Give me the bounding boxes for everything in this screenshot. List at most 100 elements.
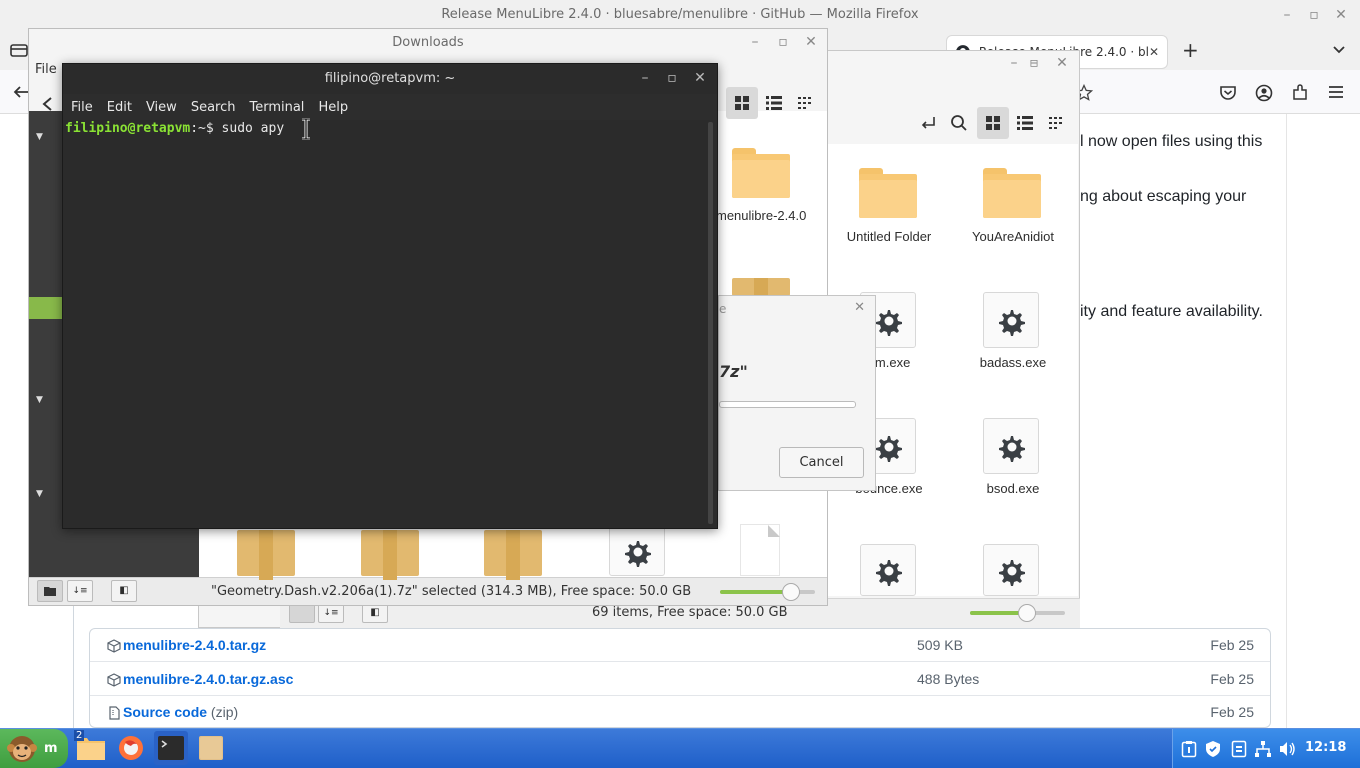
terminal-menu-help[interactable]: Help [318, 100, 348, 115]
downloads-close-button[interactable]: ✕ [802, 33, 820, 51]
archive-icon[interactable] [732, 278, 790, 328]
progress-file-name: 7z" [719, 362, 748, 381]
terminal-command: sudo apy [213, 121, 285, 136]
archive-icon[interactable] [484, 530, 542, 580]
asset-link-text[interactable]: Source code [123, 704, 207, 720]
sidebar-section-toggle[interactable]: ▼ [36, 132, 43, 142]
release-notes-line-1: l now open files using this [1080, 133, 1263, 150]
updates-icon[interactable] [1231, 740, 1247, 758]
document-icon[interactable] [740, 524, 780, 576]
terminal-menu-search[interactable]: Search [191, 100, 236, 115]
clock[interactable]: 12:18 [1305, 740, 1346, 755]
firefox-icon [119, 736, 143, 760]
executable-gear-icon[interactable] [983, 544, 1039, 596]
downloads-list-view-icon[interactable] [766, 96, 782, 110]
sidebar-section-toggle[interactable]: ▼ [36, 395, 43, 405]
terminal-menu-view[interactable]: View [146, 100, 177, 115]
asset-date: Feb 25 [1210, 637, 1254, 653]
fm2-min-button[interactable]: – [1005, 54, 1023, 72]
downloads-maximize-button[interactable]: ▫ [774, 33, 792, 51]
sidebar-selected-item[interactable] [29, 297, 63, 319]
downloads-tree-button[interactable]: ↓≡ [67, 580, 93, 602]
downloads-zoom-slider[interactable] [720, 583, 815, 601]
firefox-view-icon[interactable] [10, 42, 28, 58]
downloads-minimize-button[interactable]: – [746, 33, 764, 51]
downloads-sidebar-toggle[interactable]: ◧ [111, 580, 137, 602]
hamburger-menu-icon[interactable] [1327, 84, 1345, 100]
downloads-item-label[interactable]: menulibre-2.4.0 [716, 208, 806, 223]
start-menu-label: m [44, 741, 58, 756]
tab-list-chevron-icon[interactable] [1332, 42, 1346, 56]
downloads-compact-view-icon[interactable] [798, 96, 814, 110]
downloads-places-button[interactable] [37, 580, 63, 602]
grid-icon [986, 116, 1000, 130]
executable-gear-icon[interactable] [983, 292, 1039, 348]
taskbar-files-button[interactable]: 2 [74, 730, 108, 765]
terminal-menu-edit[interactable]: Edit [107, 100, 132, 115]
fm2-compact-view-icon[interactable] [1049, 116, 1065, 130]
fm2-max-button[interactable]: ▫ [1025, 54, 1043, 72]
downloads-back-icon[interactable] [40, 96, 54, 112]
firefox-close-button[interactable]: ✕ [1332, 6, 1350, 24]
archive-icon[interactable] [361, 530, 419, 580]
progress-dialog-title: e [719, 302, 727, 316]
fm2-item-label[interactable]: bsod.exe [953, 481, 1073, 496]
fm2-item-label[interactable]: YouAreAnidiot [953, 229, 1073, 244]
monkey-logo-icon [7, 735, 37, 762]
firefox-maximize-button[interactable]: ▫ [1305, 6, 1323, 24]
fm2-places-button[interactable] [289, 603, 315, 623]
folder-icon[interactable] [732, 148, 790, 198]
fm2-search-icon[interactable] [950, 114, 968, 132]
page-right-border [1286, 114, 1287, 728]
terminal-menu-terminal[interactable]: Terminal [249, 100, 304, 115]
clipboard-icon[interactable] [1181, 740, 1197, 758]
terminal-close-button[interactable]: ✕ [691, 69, 709, 87]
fm2-item-label[interactable]: Untitled Folder [829, 229, 949, 244]
downloads-grid-view-button[interactable] [726, 87, 758, 119]
release-notes-line-3: ity and feature availability. [1080, 303, 1263, 320]
taskbar-terminal-button[interactable] [154, 731, 188, 765]
shield-icon[interactable] [1205, 740, 1221, 758]
progress-bar [719, 401, 856, 408]
fm2-sidebar-toggle[interactable]: ◧ [362, 603, 388, 623]
archive-icon[interactable] [237, 530, 295, 580]
volume-icon[interactable] [1278, 740, 1296, 758]
executable-gear-icon[interactable] [609, 526, 665, 576]
fm2-close-button[interactable]: ✕ [1053, 54, 1071, 72]
fm2-grid-view-button[interactable] [977, 107, 1009, 139]
tab-close-icon[interactable]: ✕ [1149, 45, 1159, 59]
fm2-tree-button[interactable]: ↓≡ [318, 603, 344, 623]
terminal-output[interactable]: filipino@retapvm:~$ sudo apy [65, 120, 707, 526]
firefox-minimize-button[interactable]: – [1278, 6, 1296, 24]
new-tab-button[interactable]: + [1182, 38, 1199, 62]
terminal-maximize-button[interactable]: ▫ [663, 69, 681, 87]
executable-gear-icon[interactable] [983, 418, 1039, 474]
progress-dialog-close-icon[interactable]: ✕ [854, 300, 865, 315]
terminal-menu-file[interactable]: File [71, 100, 93, 115]
grid-icon [735, 96, 749, 110]
asset-link[interactable]: menulibre-2.4.0.tar.gz [123, 637, 266, 653]
account-icon[interactable] [1255, 84, 1273, 102]
terminal-window: filipino@retapvm: ~ File Edit View Searc… [62, 63, 718, 529]
taskbar-archive-button[interactable] [194, 731, 228, 765]
folder-icon[interactable] [983, 168, 1041, 218]
downloads-menu-file[interactable]: File [35, 62, 57, 77]
folder-icon[interactable] [859, 168, 917, 218]
fm2-path-toggle-icon[interactable] [918, 114, 938, 132]
terminal-minimize-button[interactable]: – [636, 69, 654, 87]
network-icon[interactable] [1254, 740, 1272, 758]
extensions-icon[interactable] [1291, 84, 1309, 102]
start-menu-button[interactable]: m [0, 729, 68, 768]
cancel-button[interactable]: Cancel [779, 447, 864, 478]
terminal-scrollbar[interactable] [708, 122, 713, 524]
fm2-zoom-slider[interactable] [970, 604, 1065, 622]
fm2-list-view-icon[interactable] [1017, 116, 1033, 130]
asset-link[interactable]: Source code (zip) [123, 704, 238, 720]
asset-link[interactable]: menulibre-2.4.0.tar.gz.asc [123, 671, 293, 687]
executable-gear-icon[interactable] [860, 544, 916, 596]
taskbar-firefox-button[interactable] [114, 731, 148, 765]
fm2-item-label[interactable]: badass.exe [953, 355, 1073, 370]
sidebar-section-toggle[interactable]: ▼ [36, 489, 43, 499]
firefox-window-title: Release MenuLibre 2.4.0 · bluesabre/menu… [441, 7, 919, 22]
pocket-icon[interactable] [1219, 84, 1237, 102]
